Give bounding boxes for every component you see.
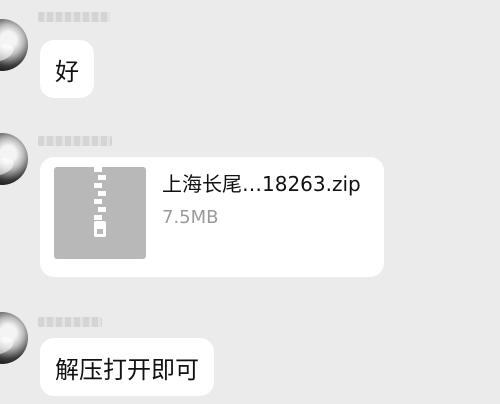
sender-avatar[interactable] xyxy=(0,133,28,185)
message-bubble[interactable]: 解压打开即可 xyxy=(40,338,214,396)
file-name: 上海长尾…18263.zip xyxy=(162,172,361,196)
zipper-pull-icon xyxy=(94,221,106,237)
sender-avatar[interactable] xyxy=(0,19,28,71)
sender-avatar[interactable] xyxy=(0,312,28,364)
sender-name-blurred xyxy=(38,12,110,22)
message-text: 好 xyxy=(55,58,79,86)
file-size: 7.5MB xyxy=(162,207,219,228)
message-text: 解压打开即可 xyxy=(55,356,199,384)
file-message-card[interactable]: 上海长尾…18263.zip 7.5MB xyxy=(40,157,384,277)
zip-archive-icon xyxy=(54,167,146,259)
zipper-icon xyxy=(94,167,106,221)
sender-name-blurred xyxy=(38,136,112,146)
message-bubble[interactable]: 好 xyxy=(40,40,94,98)
sender-name-blurred xyxy=(38,317,102,327)
